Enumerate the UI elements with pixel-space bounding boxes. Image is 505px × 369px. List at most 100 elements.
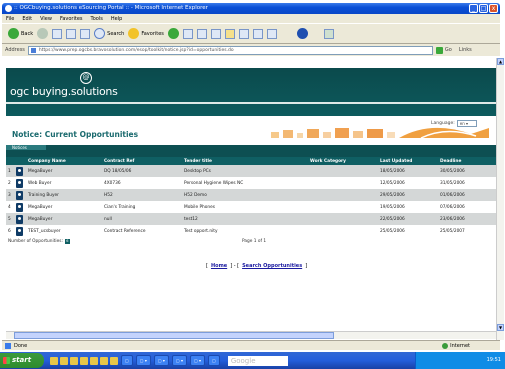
bracket-mid: ] - [: [230, 263, 240, 269]
star-icon: [128, 28, 140, 39]
links-label[interactable]: Links: [459, 47, 472, 53]
row-number: 5: [6, 213, 14, 225]
start-button[interactable]: start: [0, 353, 44, 368]
category-cell: [308, 165, 378, 177]
address-input[interactable]: https://www.prep.ogcbs.bravosolution.com…: [27, 45, 433, 55]
header-num: [6, 157, 14, 165]
category-cell: [308, 177, 378, 189]
go-arrow-icon: [435, 46, 443, 54]
menu-help[interactable]: Help: [111, 16, 122, 22]
home-icon[interactable]: [80, 28, 91, 39]
taskbar-item[interactable]: ▢ ▾: [171, 355, 187, 366]
table-header-row: Company Name Contract Ref Tender title W…: [6, 157, 496, 165]
google-search-box[interactable]: Google: [227, 355, 288, 366]
tab-notices[interactable]: Notices: [6, 145, 46, 150]
detail-icon[interactable]: [16, 226, 23, 236]
menu-favorites[interactable]: Favorites: [60, 16, 83, 22]
home-link[interactable]: Home: [211, 263, 227, 269]
updated-cell: 12/05/2006: [378, 177, 438, 189]
table-row[interactable]: 6 TEST_ucsbuyer Contract Reference Test …: [6, 225, 496, 237]
favorites-button[interactable]: Favorites: [128, 28, 164, 39]
stop-icon[interactable]: [52, 28, 63, 39]
scroll-down-icon[interactable]: ▼: [497, 324, 504, 331]
address-label: Address: [5, 47, 25, 53]
company-cell: Training Buyer: [26, 189, 102, 201]
company-cell: MegaBuyer: [26, 213, 102, 225]
minimize-button[interactable]: _: [469, 4, 478, 13]
folder-icon[interactable]: [224, 28, 235, 39]
site-logo[interactable]: ogc buying.solutions: [10, 85, 118, 98]
header-company[interactable]: Company Name: [26, 157, 102, 165]
title-cell: H52 Demo: [182, 189, 308, 201]
menu-edit[interactable]: Edit: [22, 16, 32, 22]
ref-cell: Contract Reference: [102, 225, 182, 237]
search-button[interactable]: Search: [94, 28, 124, 39]
quicklaunch-icon[interactable]: [50, 356, 58, 365]
detail-icon[interactable]: [16, 178, 23, 188]
forward-button[interactable]: [37, 28, 49, 39]
table-footer: Number of Opportunities: 6 Page 1 of 1: [6, 238, 496, 246]
quicklaunch-icon[interactable]: [100, 356, 108, 365]
menu-bar: File Edit View Favorites Tools Help: [2, 14, 500, 23]
header-tender-title[interactable]: Tender title: [182, 157, 308, 165]
header-last-updated[interactable]: Last Updated: [378, 157, 438, 165]
table-row[interactable]: 5 MegaBuyer null test12 22/05/2006 23/06…: [6, 213, 496, 225]
tool-icon[interactable]: [323, 28, 334, 39]
deadline-cell: 31/05/2006: [438, 177, 496, 189]
company-cell: MegaBuyer: [26, 201, 102, 213]
close-button[interactable]: x: [489, 4, 498, 13]
taskbar-item[interactable]: ▢ ▾: [153, 355, 169, 366]
quicklaunch-icon[interactable]: [90, 356, 98, 365]
quicklaunch-icon[interactable]: [110, 356, 118, 365]
edit-icon[interactable]: [238, 28, 249, 39]
quicklaunch-icon[interactable]: [80, 356, 88, 365]
detail-icon[interactable]: [16, 214, 23, 224]
title-cell: test12: [182, 213, 308, 225]
company-cell: TEST_ucsbuyer: [26, 225, 102, 237]
header-work-category[interactable]: Work Category: [308, 157, 378, 165]
menu-tools[interactable]: Tools: [91, 16, 103, 22]
menu-view[interactable]: View: [40, 16, 52, 22]
go-button[interactable]: Go: [435, 46, 456, 55]
page-title: Notice: Current Opportunities: [12, 130, 139, 139]
back-button[interactable]: Back: [8, 28, 33, 39]
media-icon[interactable]: [167, 28, 179, 39]
messenger-icon[interactable]: [252, 28, 263, 39]
forward-arrow-icon: [37, 28, 49, 39]
table-row[interactable]: 1 MegaBuyer DQ 18/05/06 Desktop PCs 18/0…: [6, 165, 496, 177]
table-row[interactable]: 2 Web Buyer 4X0736 Personal Hygiene Wipe…: [6, 177, 496, 189]
research-icon[interactable]: [266, 28, 277, 39]
quick-launch: [50, 356, 118, 365]
menu-file[interactable]: File: [6, 16, 14, 22]
table-row[interactable]: 4 MegaBuyer Cian's Training Mobile Phone…: [6, 201, 496, 213]
history-icon[interactable]: [182, 28, 193, 39]
title-cell: Personal Hygiene Wipes NC: [182, 177, 308, 189]
table-row[interactable]: 3 Training Buyer H52 H52 Demo 29/05/2006…: [6, 189, 496, 201]
detail-icon[interactable]: [16, 202, 23, 212]
address-url: https://www.prep.ogcbs.bravosolution.com…: [38, 47, 234, 53]
refresh-icon[interactable]: [66, 28, 77, 39]
search-opportunities-link[interactable]: Search Opportunities: [242, 263, 302, 269]
horizontal-scrollbar[interactable]: [6, 331, 496, 339]
bluetooth-icon[interactable]: [296, 28, 308, 39]
category-cell: [308, 213, 378, 225]
taskbar-item[interactable]: ▢: [208, 355, 220, 366]
taskbar-item[interactable]: ▢ ▾: [189, 355, 206, 366]
taskbar-item[interactable]: ▢ ▾: [135, 355, 151, 366]
quicklaunch-icon[interactable]: [60, 356, 68, 365]
print-icon[interactable]: [210, 28, 221, 39]
vertical-scrollbar[interactable]: ▲ ▼: [496, 58, 504, 340]
quicklaunch-icon[interactable]: [70, 356, 78, 365]
browser-toolbar: Back Search Favorites: [2, 23, 500, 44]
mail-icon[interactable]: [196, 28, 207, 39]
scroll-up-icon[interactable]: ▲: [497, 58, 504, 65]
header-contract-ref[interactable]: Contract Ref: [102, 157, 182, 165]
detail-icon[interactable]: [16, 190, 23, 200]
back-arrow-icon: [8, 28, 19, 39]
taskbar-item[interactable]: ▢: [121, 355, 133, 366]
detail-icon[interactable]: [16, 166, 23, 176]
updated-cell: 22/05/2006: [378, 213, 438, 225]
scroll-thumb[interactable]: [14, 332, 334, 339]
header-deadline[interactable]: Deadline: [438, 157, 496, 165]
maximize-button[interactable]: □: [479, 4, 488, 13]
